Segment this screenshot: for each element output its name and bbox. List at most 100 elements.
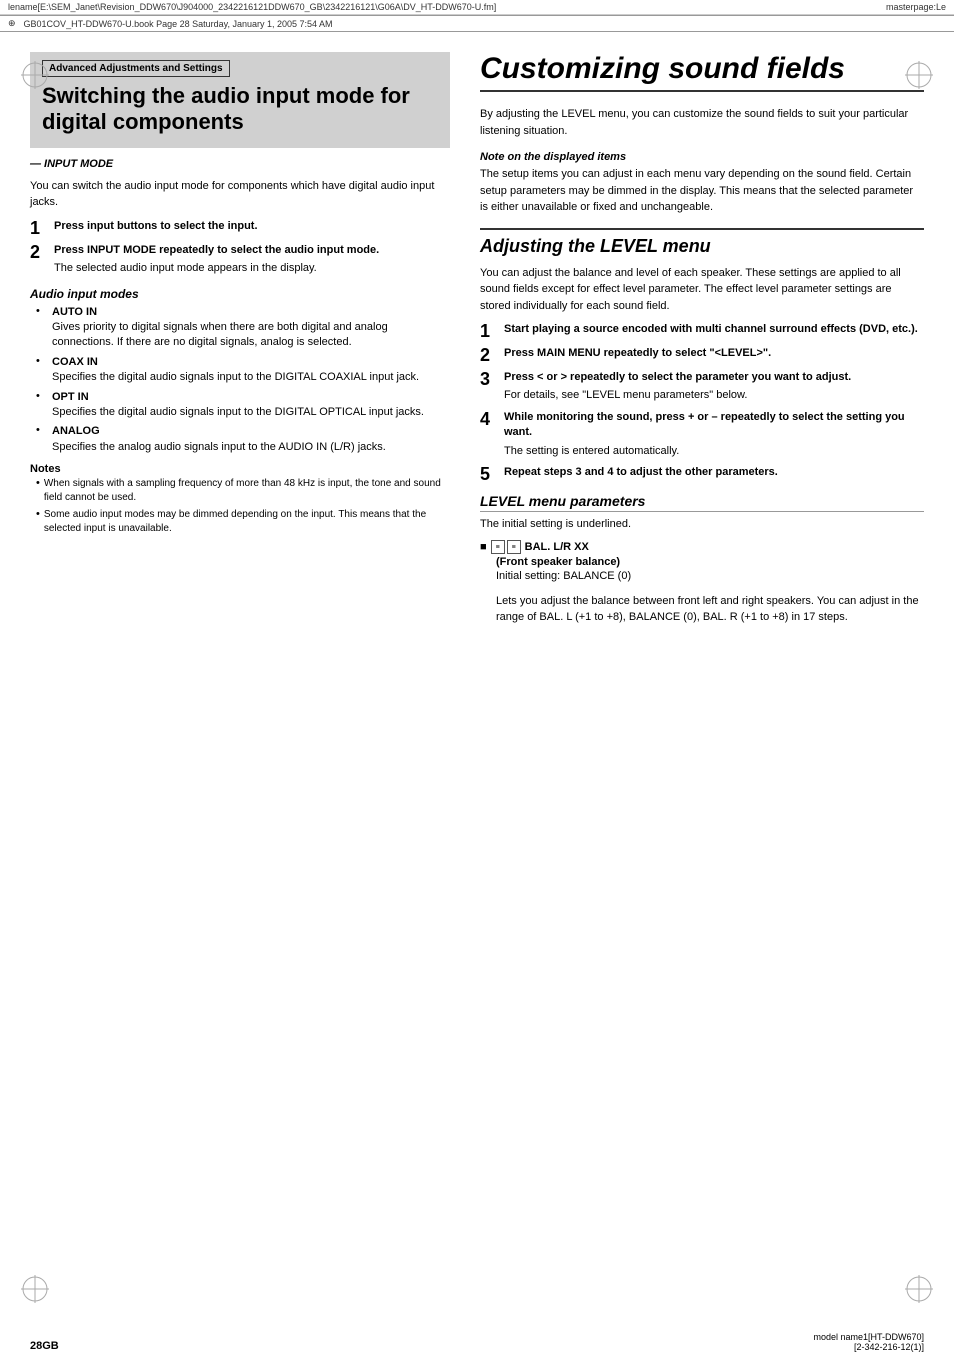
mode-opt-in: OPT IN Specifies the digital audio signa… (52, 390, 424, 421)
reg-mark-bottom-right (904, 1274, 934, 1304)
mode-analog-desc: Specifies the analog audio signals input… (52, 441, 386, 453)
footer-code: [2-342-216-12(1)] (813, 1342, 924, 1352)
section-box-label: Advanced Adjustments and Settings (42, 60, 230, 77)
right-step-3-content: Press < or > repeatedly to select the pa… (504, 370, 851, 404)
right-step-4-text: While monitoring the sound, press + or –… (504, 411, 905, 438)
icon-box-2: ≡ (507, 540, 521, 554)
right-step-1: 1 Start playing a source encoded with mu… (480, 322, 924, 340)
step-2-text: Press INPUT MODE repeatedly to select th… (54, 244, 379, 256)
page-rule: ⊕ GB01COV_HT-DDW670-U.book Page 28 Satur… (0, 15, 954, 32)
right-step-3-sub: For details, see "LEVEL menu parameters"… (504, 388, 851, 403)
level-menu-params-heading: LEVEL menu parameters (480, 493, 924, 512)
masterpage-text: masterpage:Le (886, 2, 946, 12)
right-step-2-content: Press MAIN MENU repeatedly to select "<L… (504, 346, 771, 364)
list-item: • AUTO IN Gives priority to digital sign… (36, 305, 450, 351)
content-area: Advanced Adjustments and Settings Switch… (0, 32, 954, 654)
level-param-icons: ≡ ≡ (491, 540, 521, 554)
left-column: Advanced Adjustments and Settings Switch… (30, 52, 450, 634)
left-intro: You can switch the audio input mode for … (30, 178, 450, 211)
right-step-5-text: Repeat steps 3 and 4 to adjust the other… (504, 466, 778, 478)
right-column: Customizing sound fields By adjusting th… (480, 52, 924, 634)
note-1-text: When signals with a sampling frequency o… (44, 477, 450, 505)
note-on-display-heading: Note on the displayed items (480, 151, 924, 163)
right-step-1-content: Start playing a source encoded with mult… (504, 322, 918, 340)
bullet-dot: • (36, 424, 46, 455)
section-divider (480, 228, 924, 230)
notes-list: • When signals with a sampling frequency… (36, 477, 450, 536)
level-param-bal-subtitle: (Front speaker balance) (496, 556, 620, 568)
note-bullet: • (36, 477, 40, 505)
step-1-text: Press input buttons to select the input. (54, 220, 258, 232)
right-step-2-num: 2 (480, 346, 498, 364)
icon-box-1: ≡ (491, 540, 505, 554)
step-2-content: Press INPUT MODE repeatedly to select th… (54, 243, 379, 277)
right-step-5-num: 5 (480, 465, 498, 483)
bullet-dot: • (36, 355, 46, 386)
right-step-5: 5 Repeat steps 3 and 4 to adjust the oth… (480, 465, 924, 483)
mode-coax-in-title: COAX IN (52, 356, 98, 368)
level-param-bal-initial: Initial setting: BALANCE (0) (496, 568, 924, 585)
note-bullet: • (36, 508, 40, 536)
footer-model-name: model name1[HT-DDW670] (813, 1332, 924, 1342)
audio-input-modes-heading: Audio input modes (30, 287, 450, 301)
reg-mark-top-left (20, 60, 50, 90)
level-param-bal-title: ■ ≡ ≡ BAL. L/R XX (480, 540, 924, 554)
notes-heading: Notes (30, 463, 450, 475)
step-1: 1 Press input buttons to select the inpu… (30, 219, 450, 237)
note-item-2: • Some audio input modes may be dimmed d… (36, 508, 450, 536)
right-step-4: 4 While monitoring the sound, press + or… (480, 410, 924, 459)
mode-analog-title: ANALOG (52, 425, 100, 437)
page-rule-text: GB01COV_HT-DDW670-U.book Page 28 Saturda… (24, 19, 333, 29)
adjusting-intro: You can adjust the balance and level of … (480, 265, 924, 315)
section-box: Advanced Adjustments and Settings Switch… (30, 52, 450, 148)
step-2: 2 Press INPUT MODE repeatedly to select … (30, 243, 450, 277)
right-step-3: 3 Press < or > repeatedly to select the … (480, 370, 924, 404)
right-step-4-num: 4 (480, 410, 498, 459)
right-intro: By adjusting the LEVEL menu, you can cus… (480, 106, 924, 139)
right-step-2: 2 Press MAIN MENU repeatedly to select "… (480, 346, 924, 364)
adjusting-heading: Adjusting the LEVEL menu (480, 236, 924, 257)
page-rule-icon: ⊕ (8, 18, 16, 29)
mode-coax-in: COAX IN Specifies the digital audio sign… (52, 355, 419, 386)
note-on-display-text: The setup items you can adjust in each m… (480, 166, 924, 216)
right-step-4-sub: The setting is entered automatically. (504, 444, 924, 459)
mode-opt-in-title: OPT IN (52, 391, 89, 403)
section-box-title: Switching the audio input mode for digit… (42, 83, 438, 136)
step-1-num: 1 (30, 219, 48, 237)
page-number: 28GB (30, 1340, 59, 1352)
filename-text: lename[E:\SEM_Janet\Revision_DDW670\J904… (8, 2, 496, 12)
footer-model: model name1[HT-DDW670] [2-342-216-12(1)] (813, 1332, 924, 1352)
step-2-num: 2 (30, 243, 48, 277)
list-item: • ANALOG Specifies the analog audio sign… (36, 424, 450, 455)
right-step-3-num: 3 (480, 370, 498, 404)
level-param-bullet: ■ (480, 541, 487, 553)
note-item-1: • When signals with a sampling frequency… (36, 477, 450, 505)
list-item: • OPT IN Specifies the digital audio sig… (36, 390, 450, 421)
reg-mark-top-right (904, 60, 934, 90)
right-step-1-num: 1 (480, 322, 498, 340)
input-mode-label: — INPUT MODE (30, 158, 450, 170)
right-step-5-content: Repeat steps 3 and 4 to adjust the other… (504, 465, 778, 483)
bullet-dot: • (36, 390, 46, 421)
level-param-bal: ■ ≡ ≡ BAL. L/R XX (Front speaker balance… (480, 540, 924, 626)
mode-auto-in-desc: Gives priority to digital signals when t… (52, 321, 388, 348)
level-param-bal-name: BAL. L/R XX (525, 541, 589, 553)
modes-list: • AUTO IN Gives priority to digital sign… (36, 305, 450, 456)
bullet-dot: • (36, 305, 46, 351)
mode-analog: ANALOG Specifies the analog audio signal… (52, 424, 386, 455)
mode-coax-in-desc: Specifies the digital audio signals inpu… (52, 371, 419, 383)
right-step-3-text: Press < or > repeatedly to select the pa… (504, 371, 851, 383)
level-initial-setting: The initial setting is underlined. (480, 516, 924, 533)
level-param-bal-desc: Lets you adjust the balance between fron… (496, 593, 924, 626)
note-2-text: Some audio input modes may be dimmed dep… (44, 508, 450, 536)
mode-auto-in-title: AUTO IN (52, 306, 97, 318)
top-bar: lename[E:\SEM_Janet\Revision_DDW670\J904… (0, 0, 954, 15)
mode-opt-in-desc: Specifies the digital audio signals inpu… (52, 406, 424, 418)
list-item: • COAX IN Specifies the digital audio si… (36, 355, 450, 386)
reg-mark-bottom-left (20, 1274, 50, 1304)
right-step-4-content: While monitoring the sound, press + or –… (504, 410, 924, 459)
mode-auto-in: AUTO IN Gives priority to digital signal… (52, 305, 450, 351)
right-step-1-text: Start playing a source encoded with mult… (504, 323, 918, 335)
step-1-content: Press input buttons to select the input. (54, 219, 258, 237)
right-step-2-text: Press MAIN MENU repeatedly to select "<L… (504, 347, 771, 359)
